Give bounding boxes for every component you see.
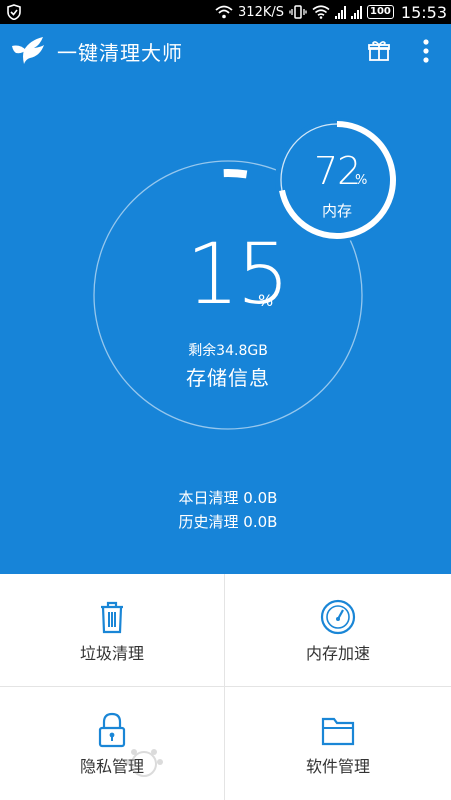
speedometer-icon <box>320 599 356 635</box>
battery-icon: 100 <box>367 5 394 19</box>
network-speed: 312K/S <box>238 4 285 20</box>
history-clean-stat: 历史清理 0.0B <box>178 513 278 531</box>
memory-label: 内存 <box>321 202 352 220</box>
storage-gauge-arc <box>223 169 248 179</box>
signal-1-icon <box>335 5 347 19</box>
folder-icon <box>321 717 355 746</box>
wifi-strength-icon <box>312 5 330 19</box>
trash-icon <box>101 601 123 634</box>
shield-notification-icon <box>7 4 21 20</box>
clock: 15:53 <box>400 2 447 22</box>
software-manage-label: 软件管理 <box>305 757 370 776</box>
junk-clean-label: 垃圾清理 <box>79 644 144 663</box>
feature-grid: 垃圾清理 内存加速 隐私管理 软件管理 <box>0 574 451 800</box>
signal-2-icon <box>351 5 363 19</box>
software-manage-tile[interactable]: 软件管理 <box>225 687 451 800</box>
storage-free-space: 剩余34.8GB <box>188 343 268 359</box>
memory-percent-unit: % <box>355 173 368 188</box>
main-panel: 一键清理大师 72 % 内存 15 % 剩余34.8GB 存储信息 本日清理 0… <box>0 24 451 574</box>
watermark-logo <box>125 749 163 777</box>
memory-boost-tile[interactable]: 内存加速 <box>225 574 451 687</box>
memory-percent: 72 <box>314 149 361 193</box>
status-bar: 312K/S 100 15:53 <box>0 0 451 24</box>
today-clean-stat: 本日清理 0.0B <box>178 489 278 507</box>
vibrate-icon <box>289 5 307 19</box>
wifi-icon <box>215 5 233 19</box>
storage-percent-unit: % <box>258 291 274 310</box>
junk-clean-tile[interactable]: 垃圾清理 <box>0 574 225 687</box>
storage-label: 存储信息 <box>186 366 270 390</box>
memory-boost-label: 内存加速 <box>305 644 370 663</box>
clean-stats: 本日清理 0.0B 历史清理 0.0B <box>0 486 451 534</box>
